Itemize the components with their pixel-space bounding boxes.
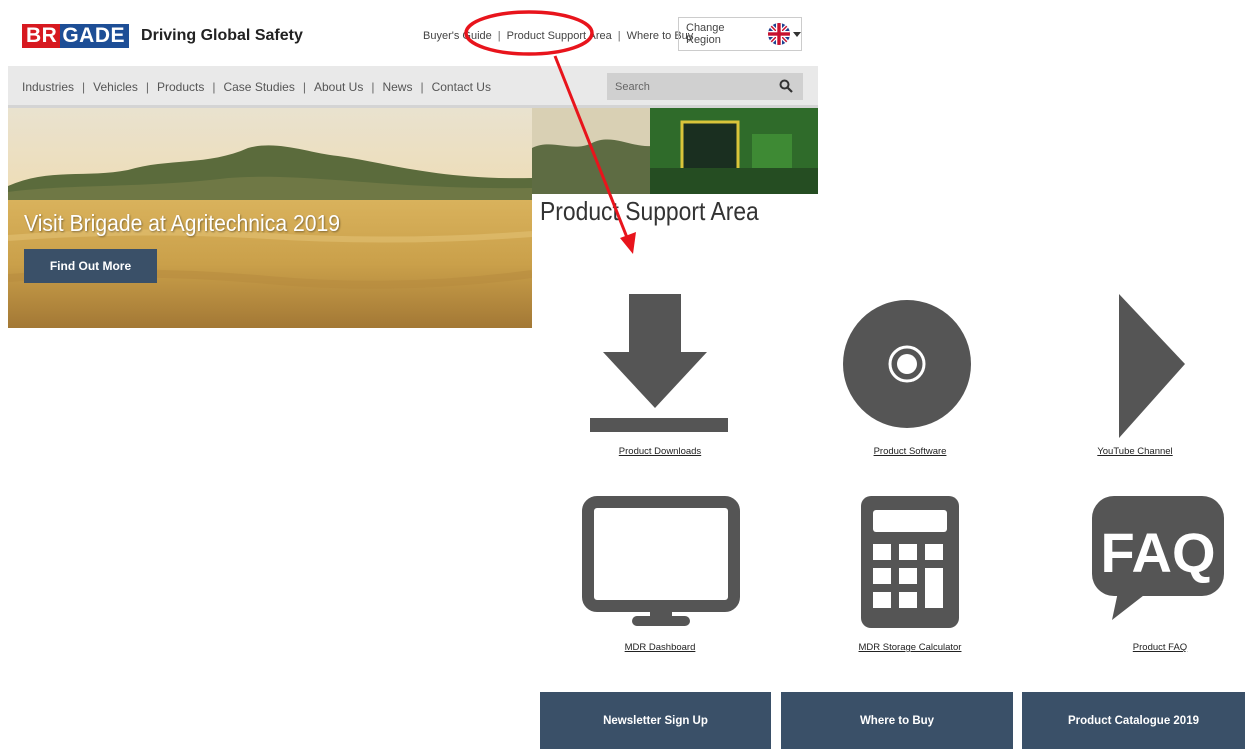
buyers-guide-link[interactable]: Buyer's Guide [423,30,492,42]
find-out-more-button[interactable]: Find Out More [24,249,157,283]
chevron-down-icon [793,31,801,37]
hero-title: Visit Brigade at Agritechnica 2019 [24,210,341,236]
nav-products[interactable]: Products [157,80,204,94]
nav-contact-us[interactable]: Contact Us [432,80,491,94]
mdr-dashboard-link[interactable]: MDR Dashboard [550,642,770,653]
separator: | [497,30,501,42]
nav-about-us[interactable]: About Us [314,80,363,94]
product-faq-tile[interactable]: FAQ Product FAQ [1050,496,1245,653]
product-downloads-tile[interactable]: Product Downloads [550,292,770,457]
logo-part-red: BR [22,24,61,48]
separator: | [371,80,375,94]
mdr-storage-calculator-link[interactable]: MDR Storage Calculator [800,642,1020,653]
calculator-icon [861,496,959,628]
brigade-logo[interactable]: BR GADE Driving Global Safety [22,24,303,48]
logo-part-blue: GADE [60,24,130,48]
product-faq-link[interactable]: Product FAQ [1050,642,1245,653]
separator: | [302,80,306,94]
newsletter-sign-up-button[interactable]: Newsletter Sign Up [540,692,771,749]
faq-icon: FAQ [1092,496,1224,620]
nav-case-studies[interactable]: Case Studies [223,80,294,94]
tagline: Driving Global Safety [141,27,303,44]
top-links: Buyer's Guide | Product Support Area | Where… [423,30,693,42]
where-to-buy-button[interactable]: Where to Buy [781,692,1013,749]
product-software-tile[interactable]: Product Software [800,292,1020,457]
change-region-button[interactable]: Change Region [678,17,802,51]
faq-icon-text: FAQ [1100,521,1215,584]
change-region-label: Change Region [686,22,725,46]
separator: | [420,80,424,94]
separator: | [212,80,216,94]
nav-vehicles[interactable]: Vehicles [93,80,138,94]
product-software-link[interactable]: Product Software [800,446,1020,457]
download-icon [590,294,728,432]
disc-icon [843,300,971,428]
combine-harvester-image [532,108,818,194]
logo-mark: BR GADE [22,24,130,48]
nav-items: Industries | Vehicles | Products | Case Studie… [22,80,491,94]
nav-industries[interactable]: Industries [22,80,74,94]
search-placeholder: Search [615,80,650,93]
mdr-dashboard-tile[interactable]: MDR Dashboard [550,496,770,653]
hero-banner: Visit Brigade at Agritechnica 2019 Find … [8,108,532,328]
youtube-channel-link[interactable]: YouTube Channel [1025,446,1245,457]
monitor-icon [582,496,740,626]
uk-flag-icon [768,23,790,45]
search-input[interactable]: Search [607,73,803,100]
separator: | [82,80,86,94]
annotation-arrow-head [620,232,636,254]
play-icon [1119,294,1185,438]
nav-news[interactable]: News [382,80,412,94]
search-icon[interactable] [779,79,793,93]
separator: | [617,30,621,42]
support-area-title: Product Support Area [540,196,759,226]
main-nav: Industries | Vehicles | Products | Case Studie… [8,66,818,108]
product-catalogue-button[interactable]: Product Catalogue 2019 [1022,692,1245,749]
product-support-area-link[interactable]: Product Support Area [507,30,612,42]
separator: | [145,80,149,94]
mdr-storage-calculator-tile[interactable]: MDR Storage Calculator [800,496,1020,653]
youtube-channel-tile[interactable]: YouTube Channel [1025,292,1245,457]
product-downloads-link[interactable]: Product Downloads [550,446,770,457]
